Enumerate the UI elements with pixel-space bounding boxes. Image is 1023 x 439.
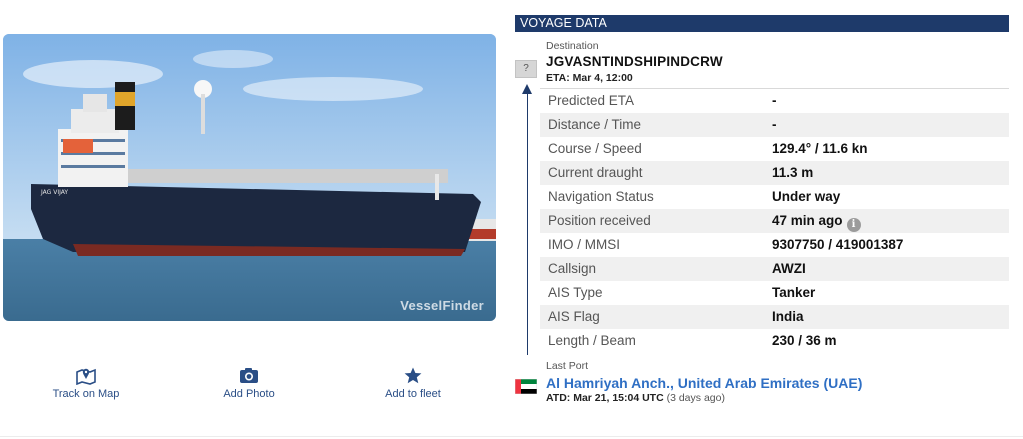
row-distance-time: Distance / Time - (540, 113, 1009, 137)
row-key: Current draught (548, 165, 643, 180)
vessel-actions: Track on Map Add Photo Add to fleet (0, 366, 505, 406)
atd-relative: (3 days ago) (666, 392, 725, 404)
row-key: AIS Type (548, 285, 603, 300)
row-predicted-eta: Predicted ETA - (540, 89, 1009, 113)
unknown-flag-icon: ? (515, 60, 537, 78)
row-callsign: Callsign AWZI (540, 257, 1009, 281)
add-photo-label: Add Photo (223, 388, 275, 400)
row-value: India (772, 309, 804, 324)
row-position-received: Position received 47 min ago i (540, 209, 1009, 233)
row-course-speed: Course / Speed 129.4° / 11.6 kn (540, 137, 1009, 161)
add-photo-button[interactable]: Add Photo (189, 366, 309, 400)
position-received-value: 47 min ago (772, 213, 843, 228)
info-icon[interactable]: i (846, 218, 861, 232)
row-value: AWZI (772, 261, 806, 276)
row-ais-flag: AIS Flag India (540, 305, 1009, 329)
row-navigation-status: Navigation Status Under way (540, 185, 1009, 209)
destination-eta: ETA: Mar 4, 12:00 (546, 72, 633, 84)
last-port-link[interactable]: Al Hamriyah Anch., United Arab Emirates … (546, 375, 862, 391)
row-value: 11.3 m (772, 165, 814, 180)
row-key: AIS Flag (548, 309, 600, 324)
vessel-photo[interactable]: JAG VIJAY VesselFinder (3, 34, 496, 321)
row-value: 230 / 36 m (772, 333, 837, 348)
voyage-data-table: Predicted ETA - Distance / Time - Course… (540, 89, 1009, 353)
row-key: Position received (548, 213, 651, 228)
last-port-label: Last Port (546, 360, 589, 372)
uae-flag-icon (514, 378, 538, 395)
row-key: Predicted ETA (548, 93, 635, 108)
row-key: Length / Beam (548, 333, 636, 348)
track-on-map-label: Track on Map (52, 388, 120, 400)
atd-value: ATD: Mar 21, 15:04 UTC (546, 392, 664, 404)
vesselfinder-watermark: VesselFinder (400, 298, 484, 313)
last-port-atd: ATD: Mar 21, 15:04 UTC (3 days ago) (546, 392, 725, 404)
add-to-fleet-button[interactable]: Add to fleet (353, 366, 473, 400)
voyage-data-header: VOYAGE DATA (515, 15, 1009, 32)
row-key: Callsign (548, 261, 597, 276)
row-value: - (772, 117, 777, 132)
bottom-divider (0, 436, 1023, 437)
row-key: Distance / Time (548, 117, 642, 132)
row-value: - (772, 93, 777, 108)
route-line (527, 90, 528, 355)
destination-label: Destination (546, 40, 599, 52)
row-ais-type: AIS Type Tanker (540, 281, 1009, 305)
row-length-beam: Length / Beam 230 / 36 m (540, 329, 1009, 353)
row-value: Under way (772, 189, 841, 204)
camera-icon (189, 366, 309, 385)
star-icon (353, 366, 473, 385)
row-value: 129.4° / 11.6 kn (772, 141, 868, 156)
track-on-map-button[interactable]: Track on Map (26, 366, 146, 400)
map-pin-icon (26, 366, 146, 385)
row-key: Course / Speed (548, 141, 642, 156)
row-key: IMO / MMSI (548, 237, 620, 252)
add-to-fleet-label: Add to fleet (385, 388, 441, 400)
row-imo-mmsi: IMO / MMSI 9307750 / 419001387 (540, 233, 1009, 257)
row-value: 47 min ago i (772, 209, 861, 233)
row-key: Navigation Status (548, 189, 654, 204)
hull-name-text: JAG VIJAY (40, 189, 68, 196)
row-value: 9307750 / 419001387 (772, 237, 904, 252)
destination-value: JGVASNTINDSHIPINDCRW (546, 54, 723, 69)
row-current-draught: Current draught 11.3 m (540, 161, 1009, 185)
row-value: Tanker (772, 285, 816, 300)
